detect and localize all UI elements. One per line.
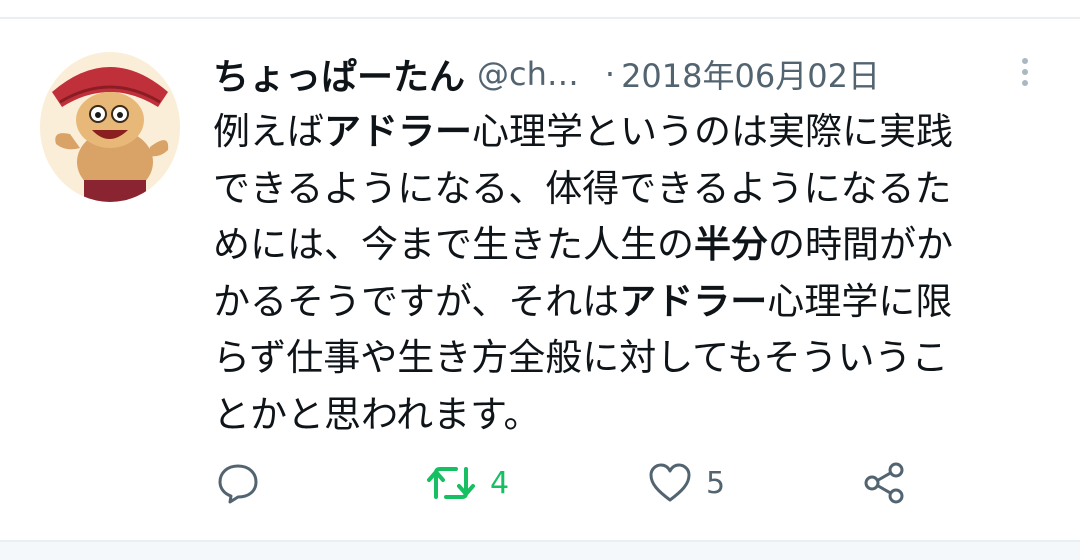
tweet-text-line: とかと思われます。 [213,387,1043,444]
tweet-text-segment: 心理学に限 [767,279,953,323]
reply-icon [218,464,258,504]
tweet-text-segment: 心理学というのは実際に実践 [472,110,953,153]
tweet-text-line: できるようになる、体得できるようになるた [213,161,1043,218]
retweet-count: 4 [490,465,510,501]
tweet-text-line: かるそうですが、それはアドラー心理学に限 [213,274,1043,331]
tweet-text-segment: できるようになる、体得できるようになるた [213,166,952,210]
more-vertical-icon [1022,58,1028,86]
like-count: 5 [706,465,726,501]
separator-dot: · [604,55,616,93]
author-display-name[interactable]: ちょっぱーたん [213,48,465,100]
avatar-image [40,52,180,202]
tweet-text-bold-segment: アドラー [619,279,768,323]
retweet-button[interactable]: 4 [426,458,509,508]
tweet-text-segment: らず仕事や生き方全般に対してもそういうこ [213,336,949,379]
tweet-text-line: 例えばアドラー心理学というのは実際に実践 [213,104,1043,161]
top-divider [0,17,1080,19]
action-bar: 4 5 [0,458,1080,508]
share-button[interactable] [862,458,906,508]
tweet-date[interactable]: 2018年06月02日 [621,51,880,97]
retweet-icon [427,467,475,499]
tweet-text-segment: 例えば [213,110,324,153]
share-icon [864,462,904,504]
tweet-header: ちょっぱーたん @ch… · 2018年06月02日 [213,50,1043,98]
tweet-text: 例えばアドラー心理学というのは実際に実践 できるようになる、体得できるようになるた… [213,104,1043,443]
heart-icon [649,463,691,502]
like-button[interactable]: 5 [648,458,725,508]
more-options-button[interactable] [1010,54,1040,90]
tweet-text-segment: とかと思われます。 [213,392,541,436]
reply-button[interactable] [216,458,274,508]
tweet-text-segment: めには、今まで生きた人生の [213,223,694,266]
tweet-text-segment: かるそうですが、それは [213,279,620,323]
tweet-text-line: らず仕事や生き方全般に対してもそういうこ [213,330,1043,387]
bottom-divider [0,540,1080,560]
tweet-text-segment: の時間がか [768,223,953,266]
tweet-text-bold-segment: 半分 [694,223,768,266]
tweet-text-line: めには、今まで生きた人生の半分の時間がか [213,217,1043,274]
tweet-text-bold-segment: アドラー [324,110,472,153]
author-handle[interactable]: @ch… [477,55,579,93]
avatar[interactable] [40,52,180,202]
